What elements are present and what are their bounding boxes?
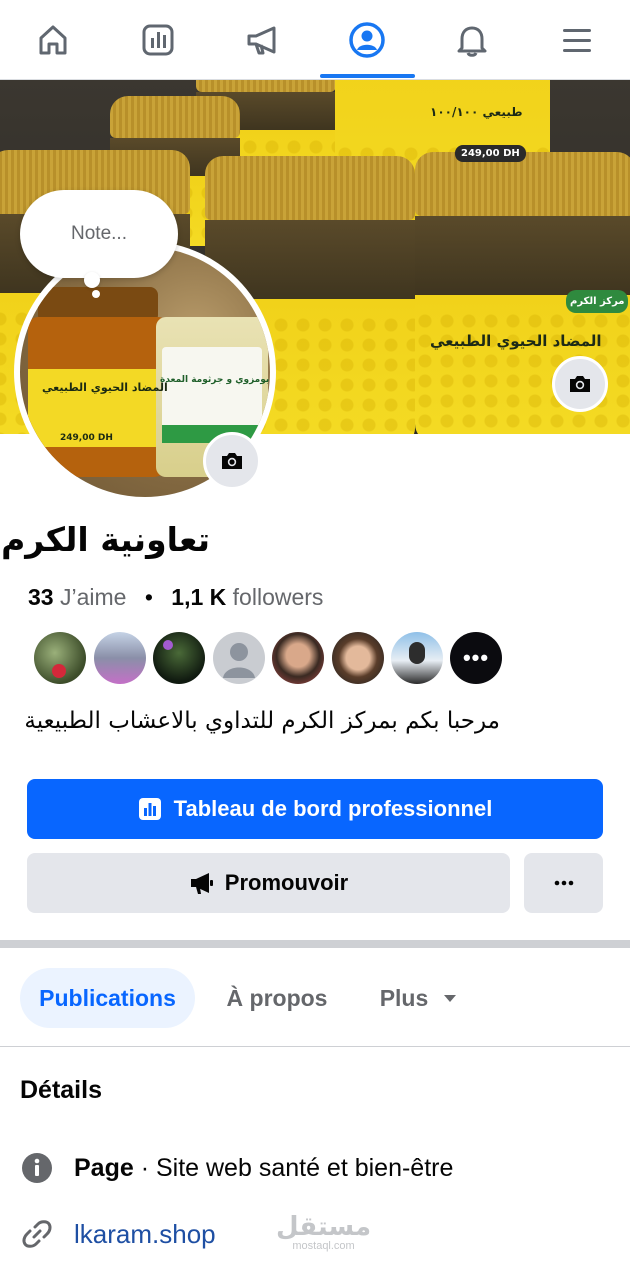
note-bubble-tail	[84, 272, 100, 288]
watermark: مستقل mostaql.com	[276, 1214, 371, 1252]
link-icon	[20, 1217, 54, 1251]
nav-home-button[interactable]	[21, 12, 85, 68]
professional-dashboard-label: Tableau de bord professionnel	[173, 796, 493, 821]
caret-down-icon	[444, 995, 457, 1002]
tab-publications[interactable]: Publications	[20, 968, 195, 1028]
profile-label-product: المضاد الحيوي الطبيعي	[42, 381, 168, 394]
note-bubble[interactable]: Note...	[20, 190, 178, 278]
cover-label-natural: طبيعي ١٠٠/١٠٠	[430, 105, 523, 119]
edit-profile-picture-button[interactable]	[203, 432, 261, 490]
more-dots-icon	[554, 880, 573, 886]
cover-label-brand: مركز الكرم	[566, 290, 629, 313]
follower-avatar[interactable]	[272, 632, 324, 684]
nav-profile-button[interactable]	[335, 12, 399, 68]
tab-more-label: Plus	[379, 984, 429, 1011]
tab-about[interactable]: À propos	[212, 968, 342, 1028]
website-link[interactable]: lkaram.shop	[74, 1219, 216, 1250]
bar-chart-icon	[142, 24, 174, 56]
nav-ads-button[interactable]	[231, 12, 295, 68]
bell-icon	[457, 26, 487, 57]
nav-dashboard-button[interactable]	[126, 12, 190, 68]
detail-category-prefix: Page	[74, 1153, 134, 1182]
info-icon	[20, 1151, 54, 1185]
nav-notifications-button[interactable]	[440, 12, 504, 68]
tabs-divider	[0, 1046, 630, 1047]
megaphone-icon	[247, 26, 276, 55]
tab-publications-label: Publications	[39, 984, 176, 1011]
separator-dot: •	[144, 584, 153, 610]
follower-avatar[interactable]	[94, 632, 146, 684]
watermark-arabic: مستقل	[276, 1212, 372, 1242]
hamburger-menu-icon	[563, 29, 591, 52]
likes-count: 33	[28, 584, 54, 610]
profile-label-product2: تركيبة بومزوي و جرثومة المعدة	[160, 375, 270, 385]
page-title: تعاونية الكرم	[1, 520, 210, 559]
follower-avatar[interactable]	[213, 632, 265, 684]
nav-active-indicator	[320, 74, 415, 78]
section-divider	[0, 940, 630, 948]
more-followers-label: •••	[462, 645, 490, 670]
top-nav-bar	[0, 0, 630, 80]
megaphone-icon	[190, 873, 213, 894]
follower-avatar[interactable]	[391, 632, 443, 684]
cover-label-price: 249,00 DH	[455, 145, 526, 162]
camera-icon	[570, 376, 590, 392]
note-placeholder: Note...	[71, 223, 127, 244]
followers-count: 1,1 K	[171, 584, 227, 610]
detail-category-text: · Site web santé et bien-être	[133, 1153, 454, 1182]
detail-category-row: Page · Site web santé et bien-être	[20, 1148, 453, 1188]
home-icon	[39, 25, 67, 55]
follower-avatar[interactable]	[34, 632, 86, 684]
profile-icon	[349, 22, 385, 58]
details-title: Détails	[20, 1076, 102, 1104]
edit-cover-photo-button[interactable]	[552, 356, 608, 412]
profile-label-price: 249,00 DH	[60, 433, 113, 443]
page-bio: مرحبا بكم بمركز الكرم للتداوي بالاعشاب ا…	[24, 708, 500, 734]
professional-dashboard-button[interactable]: Tableau de bord professionnel	[27, 779, 603, 839]
followers-label[interactable]: followers	[233, 584, 324, 610]
detail-website-row: lkaram.shop	[20, 1214, 216, 1254]
promote-button[interactable]: Promouvoir	[27, 853, 510, 913]
camera-icon	[222, 453, 242, 469]
default-avatar-icon	[223, 643, 255, 678]
follower-avatar[interactable]	[153, 632, 205, 684]
tab-about-label: À propos	[226, 984, 328, 1011]
likes-label[interactable]: J’aime	[60, 584, 126, 610]
tab-more[interactable]: Plus	[364, 968, 474, 1028]
page-stats: 33 J’aime • 1,1 K followers	[28, 584, 323, 611]
more-options-button[interactable]	[524, 853, 603, 913]
nav-menu-button[interactable]	[545, 12, 609, 68]
note-bubble-tail	[92, 290, 100, 298]
cover-label-product: المضاد الحيوي الطبيعي	[430, 332, 602, 350]
promote-label: Promouvoir	[224, 870, 349, 895]
follower-avatar[interactable]	[332, 632, 384, 684]
dashboard-icon	[138, 798, 161, 820]
more-followers-button[interactable]: •••	[450, 632, 502, 684]
